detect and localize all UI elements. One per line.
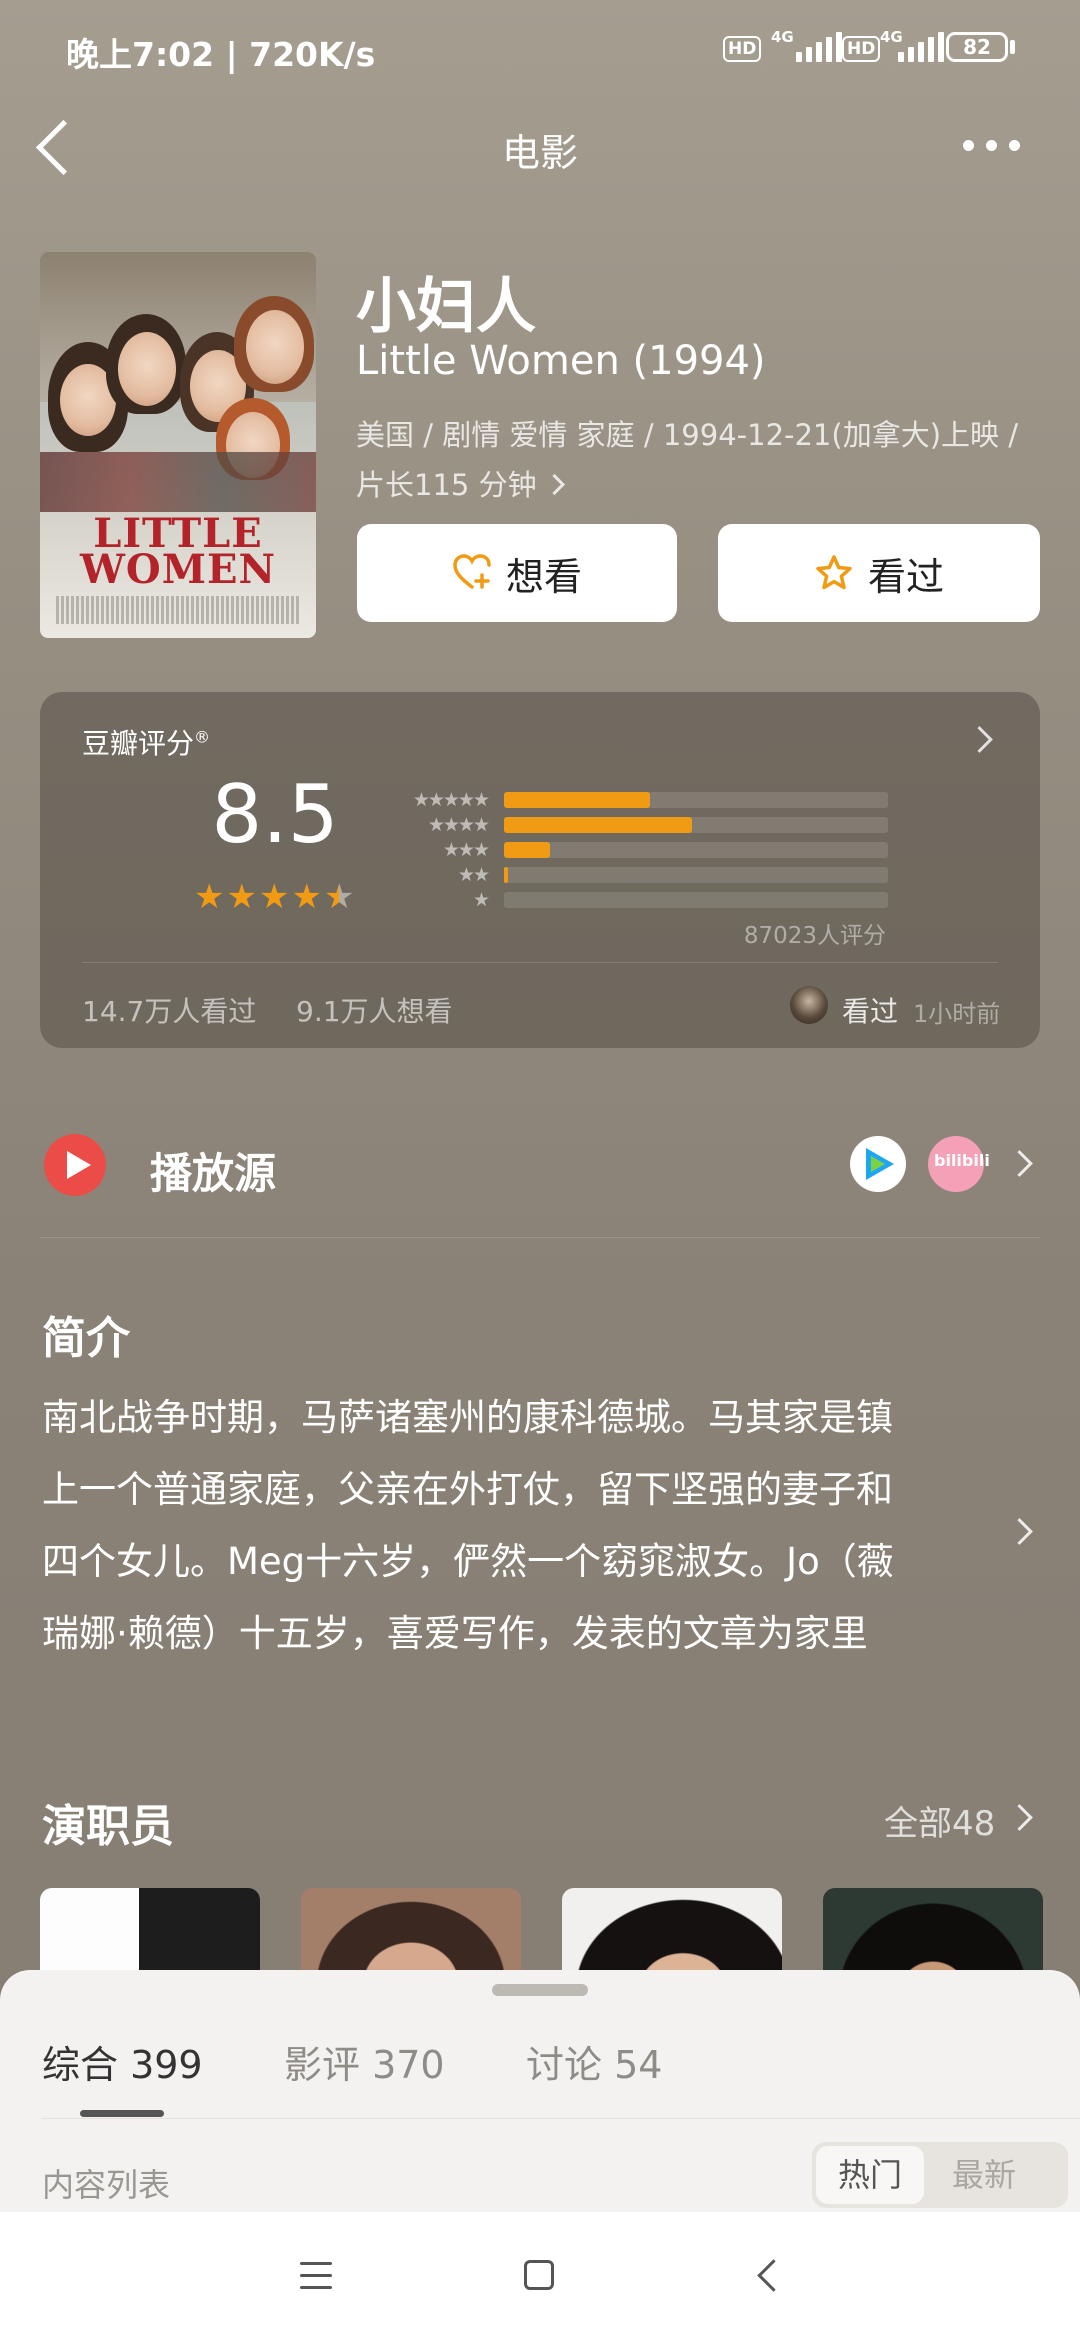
rating-star-icon: ★ bbox=[323, 877, 355, 917]
play-source-label[interactable]: 播放源 bbox=[150, 1140, 276, 1201]
menu-icon[interactable] bbox=[300, 2262, 332, 2298]
tab-discussions[interactable]: 讨论 54 bbox=[526, 2034, 662, 2089]
heart-plus-icon bbox=[453, 554, 491, 589]
tab-reviews[interactable]: 影评 370 bbox=[284, 2034, 445, 2089]
battery-tip bbox=[1010, 40, 1015, 54]
rating-bar-track bbox=[504, 892, 888, 908]
movie-title-zh: 小妇人 bbox=[356, 272, 536, 342]
rating-bar-row: ★ bbox=[390, 889, 888, 911]
intro-line: 南北战争时期，马萨诸塞州的康科德城。马其家是镇 bbox=[42, 1396, 893, 1439]
poster-clothes bbox=[40, 452, 316, 512]
rating-bar-track bbox=[504, 817, 888, 833]
rating-bar-fill bbox=[504, 867, 508, 883]
page-title: 电影 bbox=[501, 131, 578, 175]
rating-bar-stars: ★ bbox=[472, 889, 490, 911]
rating-bar-fill bbox=[504, 817, 693, 833]
rating-bar-row: ★★★★★ bbox=[390, 789, 888, 811]
bilibili-logo-text: bilibili bbox=[934, 1151, 990, 1170]
poster-face bbox=[246, 310, 304, 384]
battery-level: 82 bbox=[963, 35, 991, 59]
friend-status: 看过 bbox=[842, 995, 899, 1028]
divider bbox=[40, 1237, 1040, 1238]
poster-title-line2: WOMEN bbox=[79, 546, 277, 593]
movie-duration-link[interactable]: 片长115 分钟 bbox=[356, 462, 565, 504]
rating-bar-track bbox=[504, 842, 888, 858]
star-icon bbox=[816, 555, 852, 590]
rating-bar-track bbox=[504, 867, 888, 883]
seen-count[interactable]: 14.7万人看过 bbox=[82, 990, 256, 1030]
watched-button[interactable]: 看过 bbox=[718, 524, 1040, 622]
rating-bar-fill bbox=[504, 842, 551, 858]
poster-face bbox=[118, 332, 176, 406]
home-icon[interactable] bbox=[524, 2260, 554, 2290]
status-time: 晚上7:02 | 720K/s bbox=[66, 35, 376, 74]
want-label: 想看 bbox=[505, 554, 582, 599]
rating-star-icon: ★ bbox=[194, 877, 225, 917]
tencent-video-icon[interactable] bbox=[850, 1136, 906, 1192]
cast-all-link[interactable]: 全部48 bbox=[884, 1796, 995, 1845]
friend-time: 1小时前 bbox=[913, 1000, 1001, 1028]
play-icon[interactable] bbox=[44, 1134, 106, 1196]
intro-line: 四个女儿。Meg十六岁，俨然一个窈窕淑女。Jo（薇 bbox=[42, 1540, 894, 1583]
drag-handle[interactable] bbox=[492, 1984, 588, 1996]
divider bbox=[42, 2118, 1080, 2119]
rating-bar-track bbox=[504, 792, 888, 808]
rating-bar-stars: ★★★★★ bbox=[412, 789, 490, 811]
tab-all[interactable]: 综合 399 bbox=[42, 2034, 203, 2089]
rating-score: 8.5 bbox=[211, 768, 339, 861]
rating-count: 87023人评分 bbox=[743, 923, 886, 949]
rating-label-mark: ® bbox=[194, 727, 211, 747]
poster-credits bbox=[56, 596, 300, 624]
intro-title: 简介 bbox=[42, 1313, 130, 1364]
signal-icon-2 bbox=[898, 32, 944, 62]
rating-bar-stars: ★★★ bbox=[442, 839, 490, 861]
rating-bar-row: ★★★ bbox=[390, 839, 888, 861]
watched-label: 看过 bbox=[867, 554, 944, 599]
sort-hot-button[interactable]: 热门 bbox=[816, 2146, 924, 2204]
network-4g-icon: 4G bbox=[771, 28, 794, 46]
content-list-label: 内容列表 bbox=[42, 2166, 171, 2204]
rating-bar-stars: ★★★★ bbox=[427, 814, 490, 836]
rating-bar-fill bbox=[504, 792, 650, 808]
rating-bar-row: ★★ bbox=[390, 864, 888, 886]
rating-label: 豆瓣评分® bbox=[82, 722, 210, 762]
chevron-right-icon[interactable] bbox=[1006, 1150, 1033, 1177]
rating-label-text: 豆瓣评分 bbox=[82, 727, 195, 760]
signal-icon bbox=[796, 32, 842, 62]
hd-icon: HD bbox=[723, 36, 762, 62]
intro-line: 上一个普通家庭，父亲在外打仗，留下坚强的妻子和 bbox=[42, 1468, 893, 1511]
chevron-right-icon[interactable] bbox=[1006, 1804, 1033, 1831]
chevron-right-icon bbox=[543, 473, 565, 495]
want-to-watch-button[interactable]: 想看 bbox=[357, 524, 677, 622]
intro-line: 瑞娜·赖德）十五岁，喜爱写作，发表的文章为家里 bbox=[42, 1612, 868, 1655]
rating-bar-stars: ★★ bbox=[457, 864, 490, 886]
cast-title: 演职员 bbox=[42, 1801, 174, 1852]
hd-icon-2: HD bbox=[842, 36, 881, 62]
movie-title-en: Little Women (1994) bbox=[356, 338, 766, 384]
intro-text[interactable]: 南北战争时期，马萨诸塞州的康科德城。马其家是镇 上一个普通家庭，父亲在外打仗，留… bbox=[42, 1382, 1002, 1670]
movie-poster[interactable]: LITTLE WOMEN bbox=[40, 252, 316, 638]
rating-stars: ★ ★ ★ ★ ★ bbox=[194, 880, 354, 914]
movie-meta: 美国 / 剧情 爱情 家庭 / 1994-12-21(加拿大)上映 / bbox=[356, 418, 1019, 452]
sort-new-button[interactable]: 最新 bbox=[936, 2146, 1032, 2204]
bilibili-icon[interactable]: bilibili bbox=[928, 1136, 990, 1192]
rating-star-icon: ★ bbox=[291, 877, 322, 917]
rating-star-icon: ★ bbox=[258, 877, 290, 917]
more-icon[interactable] bbox=[963, 140, 1020, 151]
movie-duration: 片长115 分钟 bbox=[356, 468, 537, 502]
divider bbox=[82, 962, 998, 963]
poster-title: LITTLE WOMEN bbox=[40, 514, 316, 593]
chevron-right-icon[interactable] bbox=[1006, 1518, 1033, 1545]
want-count[interactable]: 9.1万人想看 bbox=[296, 990, 453, 1030]
tab-indicator bbox=[80, 2110, 164, 2117]
rating-star-icon: ★ bbox=[226, 877, 257, 917]
avatar[interactable] bbox=[790, 986, 828, 1024]
rating-bar-row: ★★★★ bbox=[390, 814, 888, 836]
